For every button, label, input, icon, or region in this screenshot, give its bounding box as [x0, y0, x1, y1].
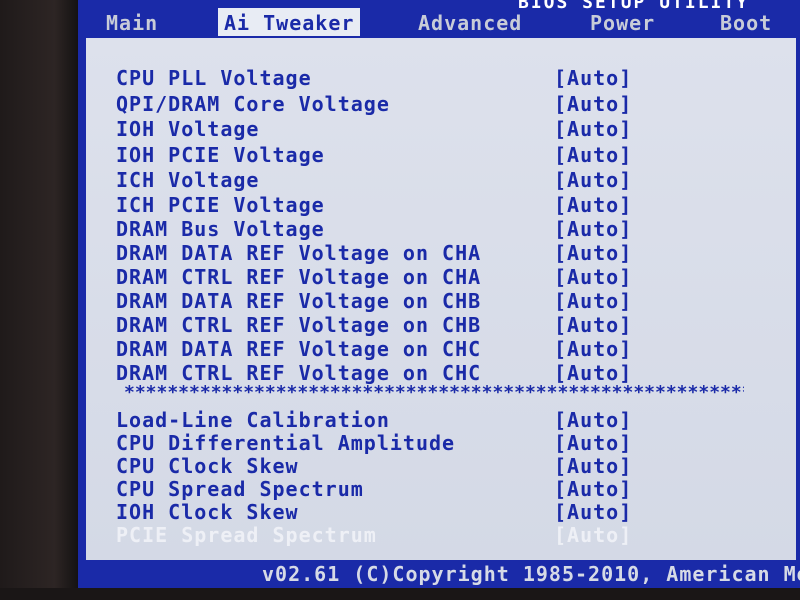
setting-label: ICH PCIE Voltage: [116, 193, 325, 217]
setting-value[interactable]: [Auto]: [554, 431, 632, 455]
tab-main[interactable]: Main: [100, 8, 164, 38]
setting-dram-bus-voltage[interactable]: DRAM Bus Voltage [Auto]: [116, 217, 656, 241]
setting-dram-ctrl-ref-chb[interactable]: DRAM CTRL REF Voltage on CHB [Auto]: [116, 313, 656, 337]
setting-label: DRAM DATA REF Voltage on CHC: [116, 337, 482, 361]
setting-value[interactable]: [Auto]: [554, 217, 632, 241]
setting-pcie-spread-spectrum: PCIE Spread Spectrum [Auto]: [116, 523, 656, 547]
setting-label: DRAM DATA REF Voltage on CHA: [116, 241, 482, 265]
setting-label: DRAM CTRL REF Voltage on CHB: [116, 313, 482, 337]
setting-value[interactable]: [Auto]: [554, 454, 632, 478]
setting-value[interactable]: [Auto]: [554, 193, 632, 217]
setting-value[interactable]: [Auto]: [554, 408, 632, 432]
setting-label: DRAM CTRL REF Voltage on CHA: [116, 265, 482, 289]
setting-ioh-clock-skew[interactable]: IOH Clock Skew [Auto]: [116, 500, 656, 524]
setting-value: [Auto]: [554, 523, 633, 547]
bios-screen: BIOS SETUP UTILITY Main Ai Tweaker Advan…: [78, 0, 800, 588]
setting-dram-ctrl-ref-cha[interactable]: DRAM CTRL REF Voltage on CHA [Auto]: [116, 265, 656, 289]
setting-label: ICH Voltage: [116, 168, 260, 192]
setting-value[interactable]: [Auto]: [554, 92, 632, 116]
setting-cpu-spread-spectrum[interactable]: CPU Spread Spectrum [Auto]: [116, 477, 656, 501]
setting-value[interactable]: [Auto]: [554, 337, 632, 361]
setting-cpu-differential-amplitude[interactable]: CPU Differential Amplitude [Auto]: [116, 431, 656, 455]
setting-qpi-dram-core-voltage[interactable]: QPI/DRAM Core Voltage [Auto]: [116, 92, 656, 116]
setting-label: CPU Spread Spectrum: [116, 477, 364, 501]
setting-ioh-voltage[interactable]: IOH Voltage [Auto]: [116, 117, 656, 141]
setting-load-line-calibration[interactable]: Load-Line Calibration [Auto]: [116, 408, 656, 432]
setting-dram-data-ref-chc[interactable]: DRAM DATA REF Voltage on CHC [Auto]: [116, 337, 656, 361]
tab-boot[interactable]: Boot: [714, 8, 778, 38]
setting-value[interactable]: [Auto]: [554, 477, 632, 501]
section-separator: ****************************************…: [124, 382, 744, 402]
setting-label: IOH PCIE Voltage: [116, 143, 325, 167]
setting-value[interactable]: [Auto]: [554, 143, 632, 167]
tab-advanced[interactable]: Advanced: [412, 8, 528, 38]
setting-cpu-clock-skew[interactable]: CPU Clock Skew [Auto]: [116, 454, 656, 478]
tab-ai-tweaker[interactable]: Ai Tweaker: [218, 8, 361, 38]
monitor-bezel: [0, 0, 78, 600]
tab-bar: Main Ai Tweaker Advanced Power Boot: [78, 8, 800, 38]
settings-panel-body: CPU PLL Voltage [Auto] QPI/DRAM Core Vol…: [86, 38, 796, 562]
setting-ioh-pcie-voltage[interactable]: IOH PCIE Voltage [Auto]: [116, 143, 656, 167]
setting-value[interactable]: [Auto]: [554, 241, 632, 265]
setting-value[interactable]: [Auto]: [554, 313, 632, 337]
setting-ich-pcie-voltage[interactable]: ICH PCIE Voltage [Auto]: [116, 193, 656, 217]
copyright-text: v02.61 (C)Copyright 1985-2010, American …: [262, 562, 800, 586]
setting-value[interactable]: [Auto]: [554, 117, 632, 141]
setting-label: CPU Clock Skew: [116, 454, 299, 478]
setting-value[interactable]: [Auto]: [554, 289, 632, 313]
setting-label: CPU PLL Voltage: [116, 66, 312, 90]
setting-value[interactable]: [Auto]: [554, 500, 632, 524]
setting-dram-data-ref-chb[interactable]: DRAM DATA REF Voltage on CHB [Auto]: [116, 289, 656, 313]
setting-label: IOH Clock Skew: [116, 500, 299, 524]
setting-label: CPU Differential Amplitude: [116, 431, 456, 455]
setting-dram-data-ref-cha[interactable]: DRAM DATA REF Voltage on CHA [Auto]: [116, 241, 656, 265]
setting-label: PCIE Spread Spectrum: [116, 523, 377, 547]
setting-ich-voltage[interactable]: ICH Voltage [Auto]: [116, 168, 656, 192]
settings-panel: CPU PLL Voltage [Auto] QPI/DRAM Core Vol…: [84, 36, 798, 564]
setting-label: QPI/DRAM Core Voltage: [116, 92, 390, 116]
setting-label: Load-Line Calibration: [116, 408, 390, 432]
copyright-footer: v02.61 (C)Copyright 1985-2010, American …: [78, 560, 800, 588]
setting-value[interactable]: [Auto]: [554, 66, 632, 90]
setting-label: DRAM Bus Voltage: [116, 217, 325, 241]
setting-label: IOH Voltage: [116, 117, 260, 141]
setting-cpu-pll-voltage[interactable]: CPU PLL Voltage [Auto]: [116, 66, 656, 90]
setting-value[interactable]: [Auto]: [554, 265, 632, 289]
monitor-bezel-bottom: [0, 588, 800, 600]
setting-label: DRAM DATA REF Voltage on CHB: [116, 289, 482, 313]
setting-value[interactable]: [Auto]: [554, 168, 632, 192]
tab-power[interactable]: Power: [584, 8, 661, 38]
